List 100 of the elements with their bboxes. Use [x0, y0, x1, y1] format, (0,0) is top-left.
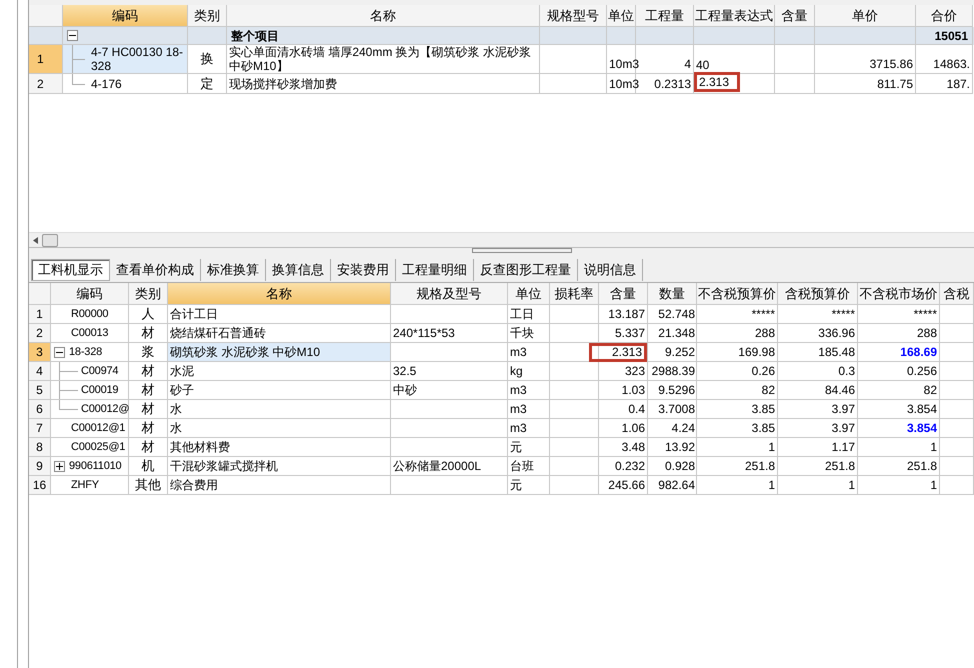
row-number[interactable]: 1: [29, 305, 51, 324]
row-number[interactable]: 16: [29, 476, 51, 495]
column-header[interactable]: 名称: [227, 5, 540, 27]
column-header[interactable]: 含量: [775, 5, 815, 27]
table-cell: [940, 438, 974, 457]
collapse-icon[interactable]: [67, 30, 78, 41]
tab[interactable]: 说明信息: [578, 258, 643, 280]
expand-icon[interactable]: [54, 460, 65, 472]
table-cell: 251.8: [858, 457, 940, 476]
table-cell: 元: [508, 476, 550, 495]
table-cell: m3: [508, 400, 550, 419]
column-header[interactable]: 合价: [916, 5, 973, 27]
column-header[interactable]: 含税: [940, 283, 974, 305]
table-cell: 14863.: [916, 45, 973, 74]
table-cell: 3715.86: [815, 45, 916, 74]
column-header[interactable]: 单位: [508, 283, 550, 305]
table-cell: 168.69: [858, 343, 940, 362]
highlighted-cell: 2.313: [589, 342, 647, 362]
column-header[interactable]: 编码: [63, 5, 188, 27]
table-cell: 0.26: [697, 362, 778, 381]
row-number[interactable]: 3: [29, 343, 51, 362]
table-cell-text: 干混砂浆罐式搅拌机: [169, 459, 279, 473]
column-header[interactable]: 单位: [607, 5, 636, 27]
column-header[interactable]: 不含税预算价: [697, 283, 778, 305]
table-cell: 15051: [916, 27, 973, 45]
table-cell: 其他: [129, 476, 168, 495]
table-cell: [636, 27, 694, 45]
table-cell: [540, 74, 607, 94]
row-number[interactable]: 7: [29, 419, 51, 438]
table-cell-text: 40: [695, 58, 710, 72]
table-cell: 1: [697, 476, 778, 495]
column-header[interactable]: 规格及型号: [391, 283, 508, 305]
row-number[interactable]: 4: [29, 362, 51, 381]
tab[interactable]: 查看单价构成: [110, 258, 201, 280]
table-cell: 1.17: [778, 438, 858, 457]
table-cell: 1: [858, 476, 940, 495]
table-cell: 台班: [508, 457, 550, 476]
table-cell: [940, 419, 974, 438]
column-header[interactable]: 含量: [599, 283, 648, 305]
table-cell: [607, 27, 636, 45]
table-cell-text: 合计工日: [169, 307, 219, 321]
table-cell-text: 水: [169, 421, 183, 435]
group-row[interactable]: 整个项目 15051: [29, 27, 974, 45]
row-number[interactable]: 6: [29, 400, 51, 419]
row-number[interactable]: 1: [29, 45, 63, 74]
table-cell-text: 5.337: [614, 326, 646, 340]
table-cell: 材: [129, 324, 168, 343]
table-cell: [188, 27, 227, 45]
table-cell: [550, 343, 599, 362]
tab[interactable]: 标准换算: [201, 258, 266, 280]
tab[interactable]: 换算信息: [266, 258, 331, 280]
tab[interactable]: 反查图形工程量: [474, 258, 578, 280]
column-header[interactable]: 损耗率: [550, 283, 599, 305]
table-cell: 9.252: [648, 343, 697, 362]
table-cell: 169.98: [697, 343, 778, 362]
column-header[interactable]: 工程量: [636, 5, 694, 27]
table-cell: 288: [858, 324, 940, 343]
table-cell: 9.5296: [648, 381, 697, 400]
table-cell-text: 烧结煤矸石普通砖: [169, 326, 267, 340]
column-header[interactable]: 编码: [51, 283, 129, 305]
column-header[interactable]: 名称: [168, 283, 391, 305]
row-number[interactable]: 2: [29, 324, 51, 343]
column-header[interactable]: 不含税市场价: [858, 283, 940, 305]
table-cell-text: 0.4: [627, 402, 646, 416]
horizontal-scrollbar[interactable]: [29, 232, 974, 247]
scrollbar-thumb[interactable]: [42, 234, 58, 246]
table-cell-text: 323: [624, 364, 646, 378]
table-cell: 3.854: [858, 400, 940, 419]
table-cell-text: 水泥: [169, 364, 195, 378]
column-header[interactable]: 类别: [188, 5, 227, 27]
column-header[interactable]: 含税预算价: [778, 283, 858, 305]
table-cell: 定: [188, 74, 227, 94]
collapse-icon[interactable]: [54, 346, 65, 358]
column-header[interactable]: 数量: [648, 283, 697, 305]
table-cell: [540, 45, 607, 74]
column-header[interactable]: 单价: [815, 5, 916, 27]
table-cell: [540, 27, 607, 45]
table-cell: 整个项目: [227, 27, 540, 45]
table-cell: 工日: [508, 305, 550, 324]
highlighted-cell: 2.313: [694, 72, 740, 92]
table-cell-text: 1.03: [620, 383, 646, 397]
column-header[interactable]: 规格型号: [540, 5, 607, 27]
row-number[interactable]: 5: [29, 381, 51, 400]
row-number[interactable]: 2: [29, 74, 63, 94]
splitter-handle[interactable]: [472, 248, 572, 253]
table-cell-text: 砂子: [169, 383, 195, 397]
column-header[interactable]: 工程量表达式: [694, 5, 775, 27]
tab[interactable]: 工程量明细: [396, 258, 474, 280]
table-cell: 185.48: [778, 343, 858, 362]
row-number[interactable]: 8: [29, 438, 51, 457]
table-cell: 3.7008: [648, 400, 697, 419]
row-number[interactable]: 9: [29, 457, 51, 476]
table-cell: C00012@: [81, 402, 130, 416]
tab[interactable]: 工料机显示: [31, 258, 110, 280]
table-cell-text: 3.48: [620, 440, 646, 454]
table-cell: m3: [508, 419, 550, 438]
scroll-left-icon[interactable]: [33, 236, 38, 244]
table-cell: 13.92: [648, 438, 697, 457]
tab[interactable]: 安装费用: [331, 258, 396, 280]
column-header[interactable]: 类别: [129, 283, 168, 305]
